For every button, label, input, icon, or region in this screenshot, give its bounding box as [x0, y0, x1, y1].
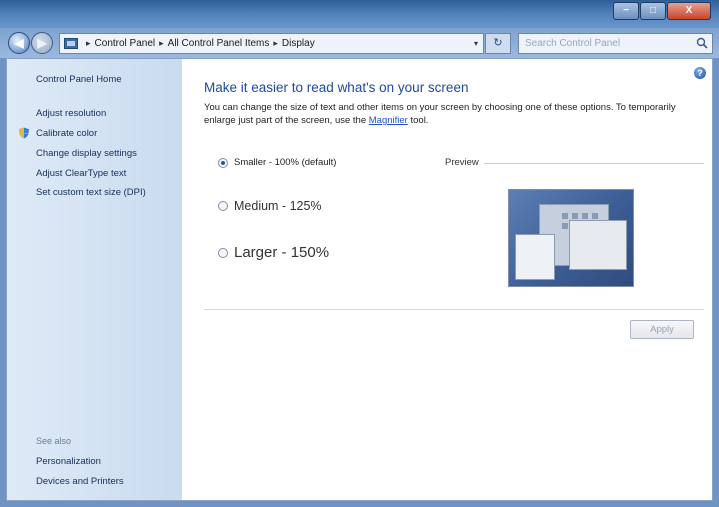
radio-button[interactable]: [218, 201, 228, 211]
breadcrumb-separator: ▸: [86, 38, 91, 48]
close-button[interactable]: X: [667, 2, 711, 20]
preview-image: [508, 189, 634, 287]
forward-arrow-icon: ▶: [37, 36, 47, 50]
apply-button[interactable]: Apply: [630, 320, 694, 339]
help-glyph: ?: [697, 68, 703, 78]
minimize-button[interactable]: −: [613, 2, 639, 20]
breadcrumb-control-panel[interactable]: Control Panel: [95, 38, 156, 49]
title-bar: − □ X: [0, 0, 719, 28]
section-divider: [204, 309, 704, 310]
control-panel-icon: [64, 38, 78, 49]
magnifier-link[interactable]: Magnifier: [369, 115, 408, 126]
refresh-icon: ↻: [493, 37, 503, 49]
option-larger-label: Larger - 150%: [234, 244, 330, 261]
breadcrumb-display[interactable]: Display: [282, 38, 315, 49]
preview-window: [569, 220, 627, 270]
sidebar-item-adjust-cleartype-text[interactable]: Adjust ClearType text: [36, 168, 126, 179]
address-dropdown-icon[interactable]: ▾: [469, 34, 483, 53]
maximize-icon: □: [649, 5, 657, 16]
maximize-button[interactable]: □: [640, 2, 666, 20]
close-icon: X: [685, 5, 693, 16]
option-medium[interactable]: Medium - 125%: [218, 199, 322, 213]
option-smaller-label: Smaller - 100% (default): [234, 157, 337, 168]
sidebar: Control Panel Home Adjust resolution Cal…: [7, 59, 182, 500]
preview-window: [515, 234, 555, 280]
sidebar-item-devices-and-printers[interactable]: Devices and Printers: [36, 476, 124, 487]
address-bar[interactable]: ▸ Control Panel ▸ All Control Panel Item…: [59, 33, 484, 54]
option-larger[interactable]: Larger - 150%: [218, 244, 329, 261]
content-frame: Control Panel Home Adjust resolution Cal…: [6, 58, 713, 501]
page-title: Make it easier to read what's on your sc…: [204, 80, 469, 95]
forward-button[interactable]: ▶: [31, 32, 53, 54]
see-also-heading: See also: [36, 436, 72, 446]
radio-button[interactable]: [218, 247, 228, 258]
minimize-icon: −: [623, 5, 629, 16]
radio-button-selected[interactable]: [218, 157, 228, 168]
preview-divider: [484, 163, 704, 164]
breadcrumb-all-items[interactable]: All Control Panel Items: [168, 38, 270, 49]
option-medium-label: Medium - 125%: [234, 199, 322, 213]
shield-icon: [19, 127, 29, 139]
sidebar-item-control-panel-home[interactable]: Control Panel Home: [36, 74, 122, 85]
breadcrumb-separator: ▸: [159, 38, 164, 48]
option-smaller[interactable]: Smaller - 100% (default): [218, 157, 336, 168]
caption-buttons: − □ X: [612, 2, 711, 20]
breadcrumb-separator: ▸: [273, 38, 278, 48]
sidebar-item-adjust-resolution[interactable]: Adjust resolution: [36, 108, 106, 119]
back-button[interactable]: ◀: [8, 32, 30, 54]
sidebar-item-personalization[interactable]: Personalization: [36, 456, 101, 467]
main-panel: ? Make it easier to read what's on your …: [182, 59, 712, 500]
search-icon[interactable]: [696, 37, 708, 49]
search-input[interactable]: Search Control Panel: [518, 33, 713, 54]
description-text: You can change the size of text and othe…: [204, 102, 676, 126]
back-arrow-icon: ◀: [14, 36, 24, 50]
help-icon[interactable]: ?: [694, 67, 706, 79]
sidebar-item-set-custom-text-size[interactable]: Set custom text size (DPI): [36, 187, 146, 198]
search-placeholder: Search Control Panel: [525, 38, 621, 49]
preview-label: Preview: [445, 157, 479, 168]
refresh-button[interactable]: ↻: [485, 33, 511, 54]
page-description: You can change the size of text and othe…: [204, 101, 679, 127]
description-text-end: tool.: [407, 115, 429, 126]
display-window: − □ X ◀ ▶ ▸ Control Panel ▸ All Control …: [0, 0, 719, 507]
navigation-bar: ◀ ▶ ▸ Control Panel ▸ All Control Panel …: [0, 28, 719, 58]
sidebar-item-change-display-settings[interactable]: Change display settings: [36, 148, 137, 159]
sidebar-item-calibrate-color[interactable]: Calibrate color: [36, 128, 97, 139]
